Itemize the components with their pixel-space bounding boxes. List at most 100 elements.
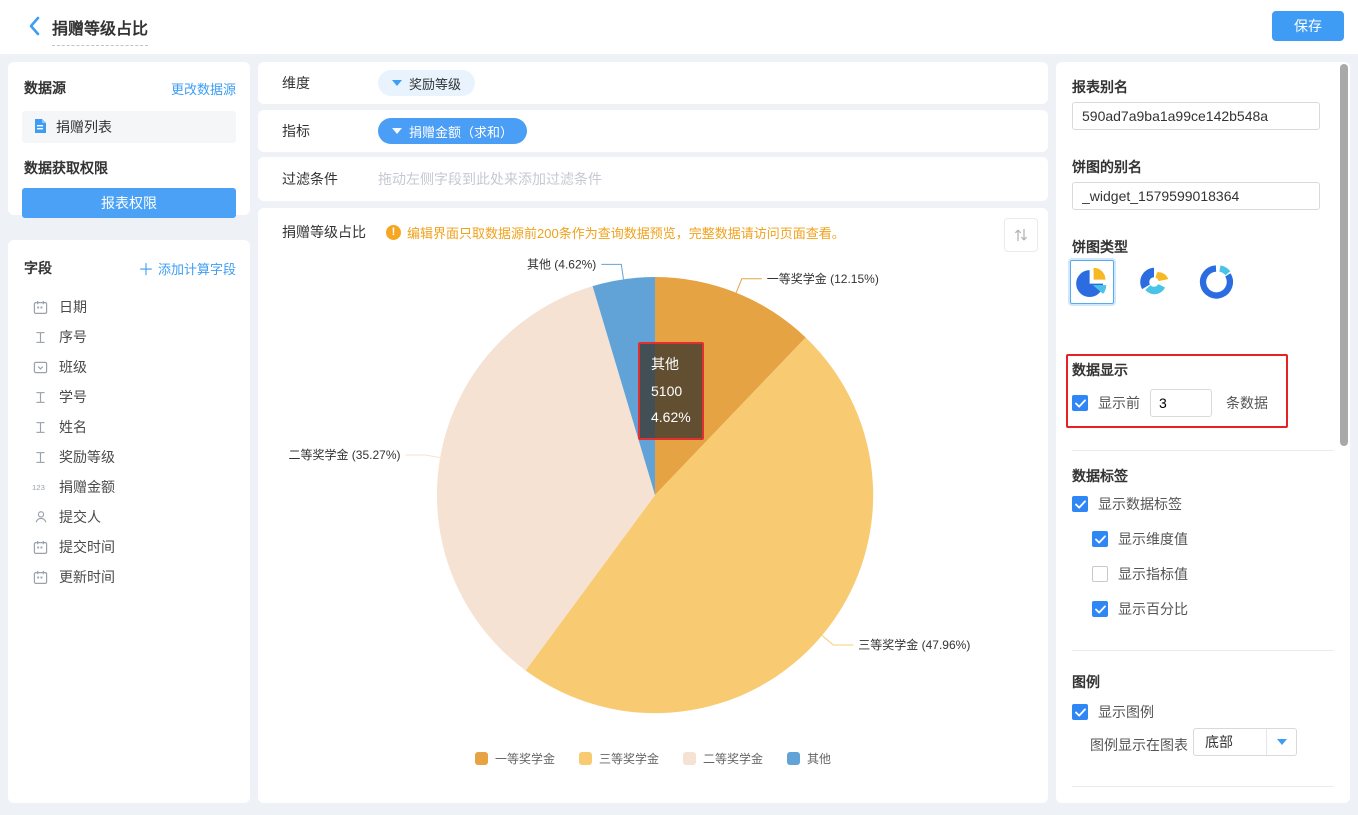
legend-item[interactable]: 二等奖学金 bbox=[683, 750, 763, 767]
text-field-icon bbox=[32, 389, 49, 406]
field-label: 姓名 bbox=[59, 417, 87, 437]
checkbox[interactable] bbox=[1072, 496, 1088, 512]
save-button[interactable]: 保存 bbox=[1272, 11, 1344, 41]
field-list: 日期序号班级学号姓名奖励等级 123 捐赠金额提交人提交时间更新时间 bbox=[8, 292, 250, 592]
legend-item[interactable]: 三等奖学金 bbox=[579, 750, 659, 767]
field-label: 学号 bbox=[59, 387, 87, 407]
field-item[interactable]: 提交人 bbox=[8, 502, 250, 532]
checkbox[interactable] bbox=[1092, 601, 1108, 617]
legend-label: 一等奖学金 bbox=[495, 750, 555, 767]
pie-label: 三等奖学金 (47.96%) bbox=[858, 637, 970, 652]
tooltip-value: 5100 bbox=[651, 378, 691, 405]
datasource-name: 捐赠列表 bbox=[56, 117, 112, 137]
checkbox-label: 显示百分比 bbox=[1118, 599, 1188, 619]
legend-item[interactable]: 一等奖学金 bbox=[475, 750, 555, 767]
form-document-icon bbox=[32, 118, 48, 137]
calendar-icon bbox=[32, 569, 49, 586]
field-item[interactable]: 姓名 bbox=[8, 412, 250, 442]
metric-row: 指标 捐赠金额（求和） bbox=[258, 110, 1048, 152]
topbar: 捐赠等级占比 保存 bbox=[0, 0, 1358, 54]
divider bbox=[1072, 650, 1334, 651]
metric-label: 指标 bbox=[258, 121, 378, 141]
tooltip-percent: 4.62% bbox=[651, 404, 691, 431]
field-label: 更新时间 bbox=[59, 567, 115, 587]
field-item[interactable]: 奖励等级 bbox=[8, 442, 250, 472]
tooltip-name: 其他 bbox=[651, 351, 691, 378]
legend-swatch bbox=[579, 752, 592, 765]
data-label-option-row: 显示百分比 bbox=[1092, 599, 1188, 619]
show-legend-checkbox[interactable] bbox=[1072, 704, 1088, 720]
settings-panel: 报表别名 饼图的别名 饼图类型 数据显示 显示前 条数据 数据标签 显示数据标签… bbox=[1056, 62, 1350, 803]
data-label-option-row: 显示指标值 bbox=[1092, 564, 1188, 584]
field-item[interactable]: 日期 bbox=[8, 292, 250, 322]
pie-label-line bbox=[822, 635, 854, 645]
top-n-count-input[interactable] bbox=[1150, 389, 1212, 417]
show-legend-row: 显示图例 bbox=[1072, 702, 1154, 722]
field-item[interactable]: 序号 bbox=[8, 322, 250, 352]
pie-label: 二等奖学金 (35.27%) bbox=[288, 447, 400, 462]
data-display-title: 数据显示 bbox=[1072, 360, 1128, 380]
field-item[interactable]: 学号 bbox=[8, 382, 250, 412]
checkbox[interactable] bbox=[1092, 566, 1108, 582]
filter-placeholder: 拖动左侧字段到此处来添加过滤条件 bbox=[378, 169, 602, 189]
legend-position-value: 底部 bbox=[1194, 732, 1266, 752]
permission-title: 数据获取权限 bbox=[8, 158, 250, 178]
pie-label-line bbox=[736, 279, 762, 293]
datasource-item[interactable]: 捐赠列表 bbox=[22, 111, 236, 143]
data-label-option-row: 显示维度值 bbox=[1092, 529, 1188, 549]
pie-label-line bbox=[406, 455, 441, 458]
field-item[interactable]: 123 捐赠金额 bbox=[8, 472, 250, 502]
pie-label: 其他 (4.62%) bbox=[527, 257, 596, 271]
scrollbar-thumb[interactable] bbox=[1340, 64, 1348, 446]
field-label: 班级 bbox=[59, 357, 87, 377]
checkbox[interactable] bbox=[1092, 531, 1108, 547]
field-item[interactable]: 班级 bbox=[8, 352, 250, 382]
sort-icon bbox=[1011, 225, 1031, 245]
report-alias-label: 报表别名 bbox=[1072, 77, 1128, 97]
chevron-down-icon bbox=[1277, 739, 1287, 745]
pie-rose-icon[interactable] bbox=[1132, 260, 1176, 304]
legend-swatch bbox=[475, 752, 488, 765]
show-top-n-checkbox[interactable] bbox=[1072, 395, 1088, 411]
pie-alias-label: 饼图的别名 bbox=[1072, 157, 1142, 177]
dimension-tag[interactable]: 奖励等级 bbox=[378, 70, 475, 96]
field-label: 提交时间 bbox=[59, 537, 115, 557]
checkbox-label: 显示数据标签 bbox=[1098, 494, 1182, 514]
pie-label: 一等奖学金 (12.15%) bbox=[767, 271, 879, 286]
back-icon[interactable] bbox=[22, 13, 48, 39]
field-item[interactable]: 提交时间 bbox=[8, 532, 250, 562]
change-datasource-link[interactable]: 更改数据源 bbox=[171, 79, 236, 98]
number-icon: 123 bbox=[32, 479, 49, 496]
preview-notice: 编辑界面只取数据源前200条作为查询数据预览，完整数据请访问页面查看。 bbox=[407, 223, 845, 242]
checkbox-label: 显示维度值 bbox=[1118, 529, 1188, 549]
legend-label: 二等奖学金 bbox=[703, 750, 763, 767]
report-alias-input[interactable] bbox=[1072, 102, 1320, 130]
data-labels-title: 数据标签 bbox=[1072, 466, 1128, 486]
pie-label-line bbox=[601, 264, 623, 279]
divider bbox=[1072, 450, 1334, 451]
calendar-icon bbox=[32, 299, 49, 316]
pie-standard-icon[interactable] bbox=[1070, 260, 1114, 304]
pie-chart: 一等奖学金 (12.15%) 三等奖学金 (47.96%) 二等奖学金 (35.27… bbox=[258, 256, 1048, 726]
pie-ring-icon[interactable] bbox=[1194, 260, 1238, 304]
chart-tooltip: 其他 5100 4.62% bbox=[638, 342, 704, 440]
field-item[interactable]: 更新时间 bbox=[8, 562, 250, 592]
dimension-label: 维度 bbox=[258, 73, 378, 93]
text-field-icon bbox=[32, 329, 49, 346]
metric-tag[interactable]: 捐赠金额（求和） bbox=[378, 118, 527, 144]
fields-title: 字段 bbox=[24, 258, 52, 278]
legend-item[interactable]: 其他 bbox=[787, 750, 831, 767]
field-label: 捐赠金额 bbox=[59, 477, 115, 497]
pie-alias-input[interactable] bbox=[1072, 182, 1320, 210]
legend-position-label: 图例显示在图表 bbox=[1090, 735, 1188, 755]
plus-icon: ＋ bbox=[138, 256, 154, 280]
show-top-n-row: 显示前 条数据 bbox=[1072, 389, 1268, 417]
report-permission-button[interactable]: 报表权限 bbox=[22, 188, 236, 218]
legend-position-select[interactable]: 底部 bbox=[1193, 728, 1297, 756]
field-label: 奖励等级 bbox=[59, 447, 115, 467]
filter-row[interactable]: 过滤条件 拖动左侧字段到此处来添加过滤条件 bbox=[258, 157, 1048, 201]
calendar-icon bbox=[32, 539, 49, 556]
add-calc-field-link[interactable]: ＋ 添加计算字段 bbox=[138, 256, 236, 280]
legend-section-title: 图例 bbox=[1072, 672, 1100, 692]
sort-button[interactable] bbox=[1004, 218, 1038, 252]
